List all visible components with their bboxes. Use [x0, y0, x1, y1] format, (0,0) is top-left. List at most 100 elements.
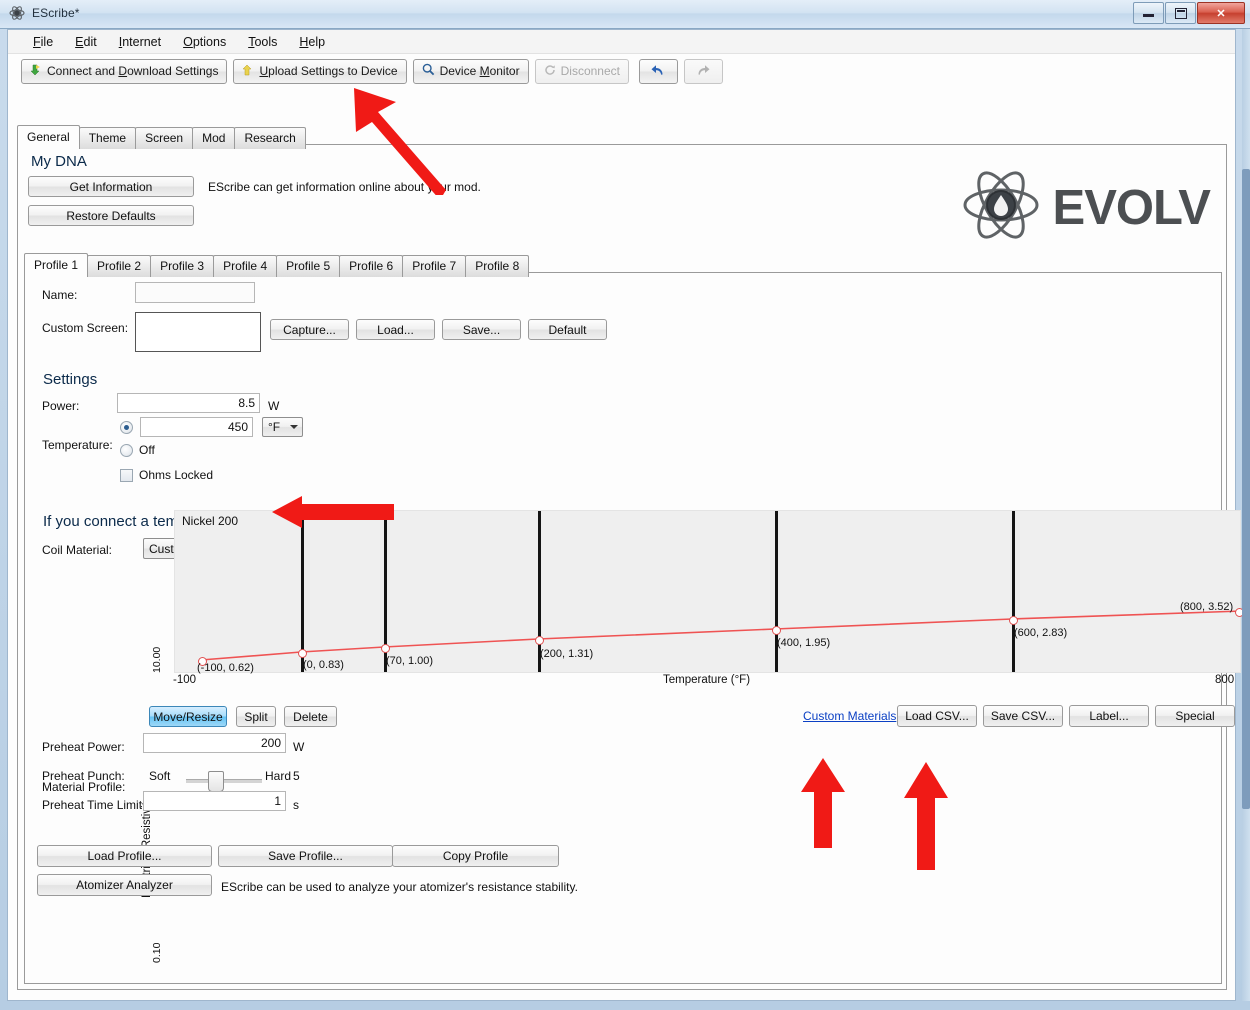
preheat-punch-slider[interactable] — [186, 771, 262, 791]
chart-series-line — [175, 511, 1242, 674]
copy-profile-button[interactable]: Copy Profile — [392, 845, 559, 867]
custom-materials-link[interactable]: Custom Materials — [803, 709, 896, 723]
name-label: Name: — [42, 288, 77, 302]
escribe-window: EScribe* ✕ FFileile Edit Internet Option… — [0, 0, 1250, 1010]
x-axis-tick-min: -100 — [173, 674, 196, 686]
profile-tab-7[interactable]: Profile 7 — [402, 255, 466, 277]
profile-tab-4[interactable]: Profile 4 — [213, 255, 277, 277]
temperature-on-radio[interactable] — [120, 421, 133, 434]
power-label: Power: — [42, 399, 79, 413]
menu-help[interactable]: Help — [288, 32, 336, 52]
slider-thumb[interactable] — [208, 771, 224, 792]
preheat-time-limit-input[interactable]: 1 — [143, 791, 286, 811]
x-axis-title: Temperature (°F) — [663, 674, 750, 686]
chart-point-2 — [381, 644, 390, 653]
name-input[interactable] — [135, 282, 255, 303]
settings-heading: Settings — [43, 371, 97, 388]
menu-tools[interactable]: Tools — [237, 32, 288, 52]
evolv-wordmark: EVOLV — [1053, 180, 1210, 236]
profile-tabs: Profile 1 Profile 2 Profile 3 Profile 4 … — [24, 253, 528, 277]
capture-button[interactable]: Capture... — [270, 319, 349, 340]
material-profile-chart[interactable]: 10.00 0.10 Electrical Resistivity Nickel… — [143, 563, 1221, 693]
connect-and-download-settings-button[interactable]: Connect and Download Settings — [21, 59, 227, 84]
preheat-power-input[interactable]: 200 — [143, 733, 286, 753]
evolv-atom-logo-icon — [961, 167, 1041, 248]
scrollbar-thumb[interactable] — [1242, 169, 1250, 809]
label-button[interactable]: Label... — [1069, 705, 1149, 727]
power-input[interactable]: 8.5 — [117, 393, 260, 413]
x-axis-tick-max: 800 — [1215, 674, 1234, 686]
preheat-power-label: Preheat Power: — [42, 740, 125, 754]
profile-tab-3[interactable]: Profile 3 — [150, 255, 214, 277]
my-dna-hint: EScribe can get information online about… — [208, 180, 481, 194]
window-controls: ✕ — [1133, 2, 1245, 24]
profile-tab-6[interactable]: Profile 6 — [339, 255, 403, 277]
save-profile-button[interactable]: Save Profile... — [218, 845, 393, 867]
profile-tab-2[interactable]: Profile 2 — [87, 255, 151, 277]
atom-icon — [9, 5, 25, 21]
ohms-locked-checkbox[interactable] — [120, 469, 133, 482]
tab-screen[interactable]: Screen — [135, 127, 193, 149]
general-tab-panel: My DNA Get Information Restore Defaults … — [17, 144, 1227, 990]
menu-edit[interactable]: Edit — [64, 32, 108, 52]
load-csv-button[interactable]: Load CSV... — [897, 705, 977, 727]
preheat-punch-value: 5 — [293, 769, 300, 783]
default-button[interactable]: Default — [528, 319, 607, 340]
chart-point-label-3: (200, 1.31) — [540, 648, 593, 660]
special-button[interactable]: Special — [1155, 705, 1235, 727]
evolv-logo: EVOLV — [961, 167, 1210, 248]
load-profile-button[interactable]: Load Profile... — [37, 845, 212, 867]
chart-point-label-2: (70, 1.00) — [386, 655, 433, 667]
vertical-scrollbar[interactable] — [1242, 29, 1250, 1001]
temperature-unit-select[interactable]: °F — [262, 417, 303, 437]
move-resize-button[interactable]: Move/Resize — [149, 706, 227, 727]
tab-theme[interactable]: Theme — [79, 127, 136, 149]
title-bar: EScribe* ✕ — [0, 0, 1250, 29]
tab-mod[interactable]: Mod — [192, 127, 235, 149]
menu-internet[interactable]: Internet — [108, 32, 172, 52]
window-title: EScribe* — [32, 6, 80, 20]
download-icon — [30, 64, 42, 79]
preheat-punch-hard-label: Hard — [265, 769, 291, 783]
menu-options[interactable]: Options — [172, 32, 237, 52]
disconnect-button: Disconnect — [535, 59, 629, 84]
load-button[interactable]: Load... — [356, 319, 435, 340]
menu-file[interactable]: FFileile — [22, 32, 64, 52]
preheat-power-unit: W — [293, 740, 304, 754]
preheat-punch-soft-label: Soft — [149, 769, 170, 783]
delete-button[interactable]: Delete — [284, 706, 337, 727]
chart-point-label-6: (800, 3.52) — [1180, 601, 1233, 613]
chevron-down-icon — [290, 425, 298, 429]
profile-tab-1[interactable]: Profile 1 — [24, 253, 88, 277]
restore-defaults-button[interactable]: Restore Defaults — [28, 205, 194, 226]
maximize-button[interactable] — [1165, 2, 1196, 24]
profile-tab-8[interactable]: Profile 8 — [465, 255, 529, 277]
my-dna-heading: My DNA — [31, 153, 87, 170]
save-csv-button[interactable]: Save CSV... — [983, 705, 1063, 727]
split-button[interactable]: Split — [236, 706, 276, 727]
atomizer-analyzer-button[interactable]: Atomizer Analyzer — [37, 874, 212, 896]
save-button[interactable]: Save... — [442, 319, 521, 340]
device-monitor-button[interactable]: Device Monitor — [413, 59, 529, 84]
upload-settings-to-device-button[interactable]: Upload Settings to Device — [233, 59, 406, 84]
preheat-time-limit-unit: s — [293, 798, 299, 812]
search-icon — [422, 63, 435, 79]
temperature-label: Temperature: — [42, 438, 113, 452]
custom-screen-preview[interactable] — [135, 312, 261, 352]
disconnect-label: Disconnect — [561, 64, 620, 78]
temperature-input[interactable]: 450 — [140, 417, 253, 437]
tab-research[interactable]: Research — [234, 127, 305, 149]
temperature-off-label: Off — [139, 443, 155, 457]
undo-icon — [650, 63, 666, 80]
temperature-off-radio[interactable] — [120, 444, 133, 457]
get-information-button[interactable]: Get Information — [28, 176, 194, 197]
tab-general[interactable]: General — [17, 125, 80, 149]
close-button[interactable]: ✕ — [1197, 2, 1245, 24]
chart-plot-area[interactable]: Nickel 200 — [174, 510, 1241, 673]
custom-screen-label: Custom Screen: — [42, 321, 128, 335]
profile-tab-5[interactable]: Profile 5 — [276, 255, 340, 277]
preheat-time-limit-label: Preheat Time Limit: — [42, 798, 145, 812]
undo-button[interactable] — [639, 59, 678, 84]
upload-icon — [242, 64, 254, 79]
minimize-button[interactable] — [1133, 2, 1164, 24]
